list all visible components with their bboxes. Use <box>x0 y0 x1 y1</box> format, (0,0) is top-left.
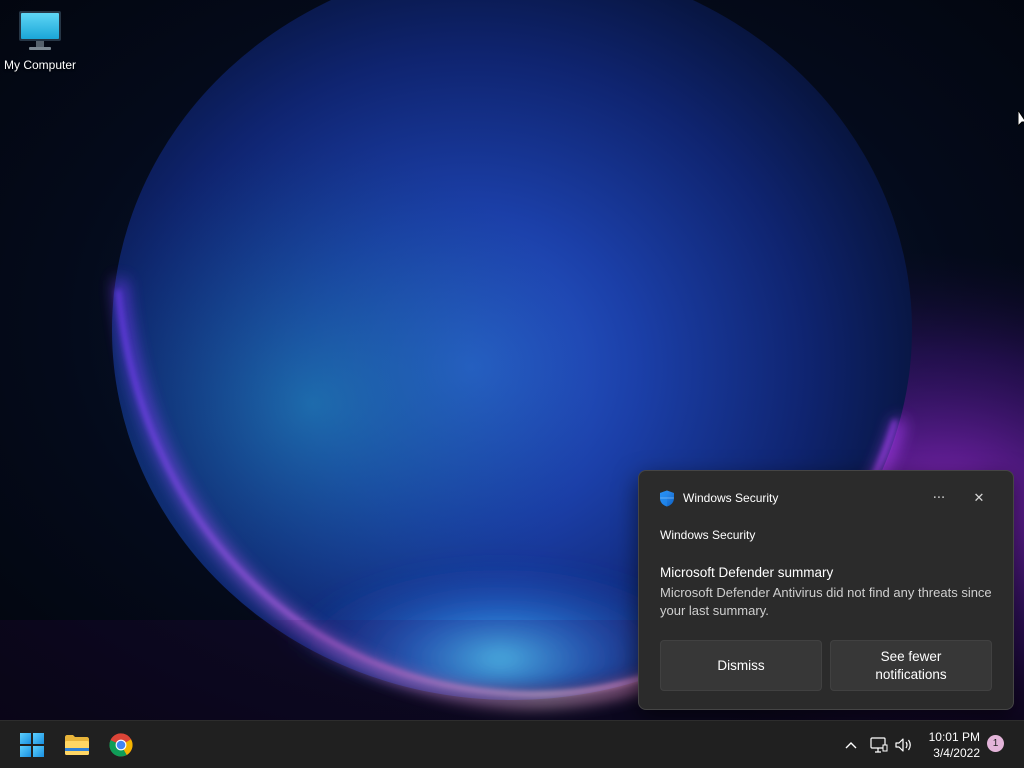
volume-icon <box>895 737 913 753</box>
folder-icon <box>64 734 90 756</box>
file-explorer-button[interactable] <box>57 725 97 765</box>
show-hidden-icons-button[interactable] <box>840 721 862 769</box>
more-options-icon: ··· <box>932 490 946 506</box>
dismiss-button[interactable]: Dismiss <box>660 640 822 691</box>
toast-app-name: Windows Security <box>683 491 779 505</box>
close-button[interactable]: ✕ <box>965 486 993 510</box>
toast-title: Microsoft Defender summary <box>660 565 834 580</box>
start-button[interactable] <box>12 725 52 765</box>
see-fewer-notifications-label: See fewer notifications <box>875 648 947 682</box>
chrome-icon <box>109 733 133 757</box>
network-icon <box>870 737 888 753</box>
chevron-up-icon <box>845 741 857 749</box>
notification-toast[interactable]: Windows Security ··· ✕ Windows Security … <box>638 470 1014 710</box>
desktop-icon-my-computer[interactable]: My Computer <box>0 8 80 78</box>
windows-logo-icon <box>20 733 44 757</box>
toast-body: Microsoft Defender Antivirus did not fin… <box>660 585 992 618</box>
more-options-button[interactable]: ··· <box>925 486 953 510</box>
toast-attribution: Windows Security <box>660 528 756 542</box>
mouse-cursor-icon <box>1018 110 1024 127</box>
clock-date: 3/4/2022 <box>933 746 980 760</box>
taskbar: 10:01 PM 3/4/2022 <box>0 720 1024 768</box>
notification-count-badge[interactable]: 1 <box>987 735 1004 752</box>
network-button[interactable] <box>868 721 890 769</box>
clock-time: 10:01 PM <box>928 730 980 744</box>
see-fewer-notifications-button[interactable]: See fewer notifications <box>830 640 992 691</box>
monitor-icon <box>18 8 62 54</box>
close-icon: ✕ <box>973 490 985 506</box>
chrome-button[interactable] <box>101 725 141 765</box>
toast-header: Windows Security ··· ✕ <box>659 488 993 508</box>
clock[interactable]: 10:01 PM 3/4/2022 <box>920 729 980 761</box>
volume-button[interactable] <box>893 721 915 769</box>
dismiss-button-label: Dismiss <box>717 657 765 673</box>
shield-icon <box>659 490 675 507</box>
desktop-icon-label: My Computer <box>3 58 77 72</box>
